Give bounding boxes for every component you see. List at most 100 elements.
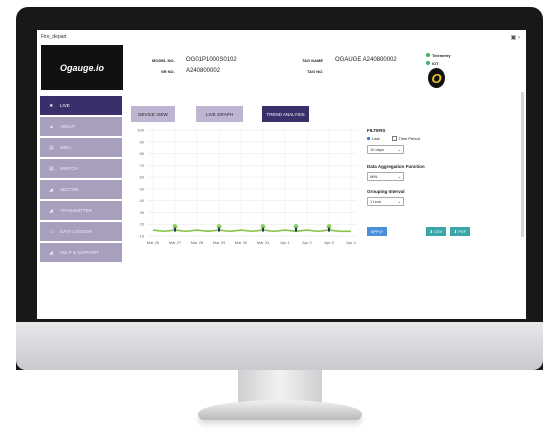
last-days-value: 10 days [370, 147, 385, 152]
telemetry-status-dot [426, 53, 430, 57]
marker-pin [174, 227, 176, 232]
download-icon: ⬇ [429, 229, 433, 234]
y-tick-label: 80 [140, 151, 145, 156]
aggregation-select[interactable]: MIN ⌄ [367, 172, 404, 181]
monitor-chin [16, 322, 543, 370]
y-tick-label: 60 [140, 175, 145, 180]
csv-button[interactable]: ⬇ CSV [426, 227, 446, 236]
sector-icon: ◢ [49, 186, 53, 193]
last-days-select[interactable]: 10 days ⌄ [367, 145, 404, 154]
sidebar-item-mida[interactable]: ▤ MIDA [40, 138, 122, 157]
sidebar-item-label: TRANSMITTER [60, 208, 92, 213]
app-screen: Fire_depart ▣ › Ogauge.io MODEL NO. OG01… [37, 30, 526, 319]
window-controls: ▣ › [511, 34, 520, 41]
x-tick-label: Apr 3 [324, 240, 334, 245]
radio-last[interactable]: Last [367, 136, 380, 141]
sidebar-item-help-support[interactable]: ◢ HELP & SUPPORT [40, 243, 122, 262]
transmitter-icon: ◢ [49, 207, 53, 214]
x-tick-label: Apr 4 [346, 240, 356, 245]
grouping-select[interactable]: 1 hour ⌄ [367, 197, 404, 206]
sr-label: SR NO. [161, 69, 175, 74]
marker-pin [218, 227, 220, 232]
tab-live-graph[interactable]: LIVE GRAPH [196, 106, 243, 122]
radio-last-label: Last [372, 136, 380, 141]
marker-pin [295, 227, 297, 232]
iot-status-dot [426, 61, 430, 65]
x-tick-label: Apr 2 [302, 240, 312, 245]
x-tick-label: Apr 1 [280, 240, 290, 245]
document-icon: ▤ [49, 144, 54, 151]
tab-trend-analysis[interactable]: TREND ANALYSIS [262, 106, 309, 122]
marker-pin [328, 227, 330, 232]
chevron-down-icon: ⌄ [397, 147, 401, 152]
switch-icon: ▤ [49, 165, 54, 172]
radio-checked-icon [367, 137, 370, 140]
radio-time-period[interactable]: Time Period [391, 136, 420, 141]
sidebar-item-label: HELP & SUPPORT [60, 250, 99, 255]
help-icon: ◢ [49, 249, 53, 256]
sidebar-item-label: SECTOR [60, 187, 79, 192]
x-tick-label: Mar 28 [191, 240, 204, 245]
marker-pin [262, 227, 264, 232]
sidebar-item-label: DATA LOGGER [60, 229, 92, 234]
y-tick-label: 40 [140, 198, 145, 203]
y-tick-label: 90 [140, 139, 145, 144]
tag-name-label: TAG NAME [302, 58, 324, 63]
iot-status-label: IOT [432, 61, 439, 66]
chevron-down-icon: ⌄ [397, 174, 401, 179]
x-tick-label: Mar 30 [235, 240, 248, 245]
y-tick-label: 20 [140, 222, 145, 227]
sidebar-item-label: LIVE [60, 103, 70, 108]
x-tick-label: Mar 31 [257, 240, 270, 245]
filters-panel: FILTERS Last Time Period 10 days ⌄ Data A… [367, 128, 447, 206]
y-tick-label: 70 [140, 163, 145, 168]
sidebar-item-data-logger[interactable]: ▭ DATA LOGGER [40, 222, 122, 241]
grouping-label: Grouping Interval [367, 189, 405, 194]
telemetry-status-label: Telemetry [432, 53, 451, 58]
scrollbar[interactable] [521, 92, 524, 237]
sidebar-item-sector[interactable]: ◢ SECTOR [40, 180, 122, 199]
y-tick-label: 10 [140, 234, 145, 239]
x-tick-label: Mar 29 [213, 240, 226, 245]
series-line [152, 229, 351, 233]
y-tick-label: 30 [140, 210, 145, 215]
y-tick-label: 100 [137, 128, 144, 133]
star-icon: ★ [49, 102, 54, 109]
x-tick-label: Mar 27 [169, 240, 182, 245]
info-icon: ▲ [49, 123, 54, 130]
model-value: OG01P1000S0102 [186, 57, 237, 63]
brand-logo: Ogauge.io [41, 45, 123, 90]
tab-device-view[interactable]: DEVICE VIEW [131, 106, 175, 122]
ogauge-brand-icon: O [428, 68, 445, 88]
download-icon: ⬇ [453, 229, 458, 234]
filters-title: FILTERS [367, 128, 386, 133]
sidebar-item-switch[interactable]: ▤ SWITCH [40, 159, 122, 178]
sidebar-item-about[interactable]: ▲ ABOUT [40, 117, 122, 136]
aggregation-value: MIN [370, 174, 378, 179]
apply-button[interactable]: APPLY [367, 227, 387, 236]
tag-name-value: OGAUGE A240800002 [335, 57, 397, 63]
grouping-value: 1 hour [370, 199, 382, 204]
model-label: MODEL NO. [152, 58, 175, 63]
window-title: Fire_depart [41, 34, 67, 40]
logger-icon: ▭ [49, 228, 54, 235]
chevron-down-icon: ⌄ [397, 199, 401, 204]
sidebar-item-live[interactable]: ★ LIVE [40, 96, 122, 115]
expand-icon[interactable]: › [518, 35, 520, 41]
save-icon[interactable]: ▣ [511, 35, 517, 41]
radio-time-period-label: Time Period [398, 136, 420, 141]
sidebar-item-transmitter[interactable]: ◢ TRANSMITTER [40, 201, 122, 220]
monitor-stand-base [198, 400, 362, 420]
sidebar-item-label: MIDA [60, 145, 72, 150]
radio-unchecked-icon [391, 136, 397, 141]
trend-chart: 10 20 30 40 50 60 70 80 90 100 Mar 26 Mar 27 Mar 28 M… [137, 128, 357, 245]
tag-no-label: TAG NO. [307, 69, 324, 74]
sidebar: ★ LIVE ▲ ABOUT ▤ MIDA ▤ SWITCH ◢ SECTOR ◢ TRAN… [40, 96, 122, 264]
sr-value: A240800002 [186, 68, 221, 74]
csv-label: CSV [434, 229, 443, 234]
pdf-button[interactable]: ⬇ PDF [450, 227, 470, 236]
aggregation-label: Data Aggregation Function [367, 164, 425, 169]
x-tick-label: Mar 26 [147, 240, 160, 245]
sidebar-item-label: ABOUT [60, 124, 76, 129]
y-tick-label: 50 [140, 186, 145, 191]
